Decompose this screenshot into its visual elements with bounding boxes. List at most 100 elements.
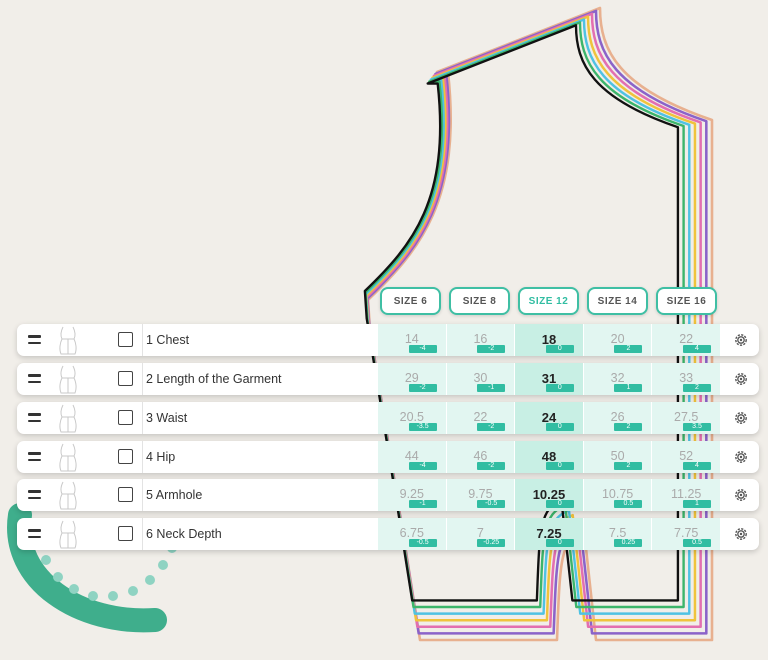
gear-icon[interactable] [733, 487, 749, 503]
grade-delta-badge: 1 [682, 500, 711, 508]
size-value-cell[interactable]: 10.25 0 [514, 479, 583, 511]
measurement-value: 22 [679, 332, 694, 346]
grade-delta-badge: -2 [477, 423, 506, 431]
size-value-cell[interactable]: 31 0 [514, 363, 583, 395]
grade-delta-badge: 0 [545, 345, 574, 353]
row-divider [142, 518, 143, 550]
size-value-cell[interactable]: 10.75 0.5 [582, 479, 652, 511]
grade-delta-badge: 4 [682, 462, 711, 470]
size-value-cell[interactable]: 7 -0.25 [445, 518, 515, 550]
size-column-header[interactable]: SIZE 8 [449, 287, 510, 315]
measurement-row: 3 Waist 20.5 -3.5 22 -2 24 0 26 2 27.5 3.5 [17, 402, 759, 434]
size-value-cell[interactable]: 7.75 0.5 [651, 518, 720, 550]
grade-delta-badge: -2 [477, 462, 506, 470]
size-value-cell[interactable]: 7.25 0 [514, 518, 583, 550]
size-value-cell[interactable]: 9.75 -0.5 [445, 479, 515, 511]
row-checkbox[interactable] [118, 487, 133, 502]
size-value-cell[interactable]: 29 -2 [377, 363, 446, 395]
size-value-cell[interactable]: 14 -4 [377, 324, 446, 356]
measurement-row: 6 Neck Depth 6.75 -0.5 7 -0.25 7.25 0 7.5 0.25 7.… [17, 518, 759, 550]
size-value-cell[interactable]: 30 -1 [445, 363, 515, 395]
size-value-cell[interactable]: 9.25 -1 [377, 479, 446, 511]
measurement-label: 1 Chest [146, 333, 190, 347]
size-value-cells: 9.25 -1 9.75 -0.5 10.25 0 10.75 0.5 11.25 1 [377, 479, 720, 511]
row-checkbox[interactable] [118, 449, 133, 464]
size-value-cell[interactable]: 52 4 [651, 441, 720, 473]
measurement-value: 32 [610, 371, 625, 385]
measurement-label: 3 Waist [146, 411, 188, 425]
grade-delta-badge: 0 [545, 423, 574, 431]
size-value-cell[interactable]: 33 2 [651, 363, 720, 395]
measurement-value: 11.25 [671, 487, 702, 501]
size-value-cell[interactable]: 32 1 [582, 363, 652, 395]
measurement-value: 52 [679, 449, 694, 463]
grade-delta-badge: -0.5 [408, 539, 437, 547]
row-divider [142, 441, 143, 473]
size-value-cell[interactable]: 22 4 [651, 324, 720, 356]
grade-delta-badge: 1 [614, 384, 643, 392]
drag-handle-icon[interactable] [28, 452, 41, 461]
measurement-value: 9.75 [468, 487, 493, 501]
measurement-row: 4 Hip 44 -4 46 -2 48 0 50 2 52 4 [17, 441, 759, 473]
size-value-cell[interactable]: 44 -4 [377, 441, 446, 473]
size-value-cell[interactable]: 46 -2 [445, 441, 515, 473]
row-checkbox[interactable] [118, 410, 133, 425]
grade-delta-badge: -1 [408, 500, 437, 508]
drag-handle-icon[interactable] [28, 374, 41, 383]
size-value-cell[interactable]: 26 2 [582, 402, 652, 434]
grade-delta-badge: 2 [614, 345, 643, 353]
size-value-cell[interactable]: 24 0 [514, 402, 583, 434]
measurement-value: 20.5 [399, 410, 424, 424]
measurement-value: 29 [404, 371, 419, 385]
gear-icon[interactable] [733, 526, 749, 542]
grade-delta-badge: -0.5 [477, 500, 506, 508]
gear-icon[interactable] [733, 371, 749, 387]
drag-handle-icon[interactable] [28, 529, 41, 538]
size-value-cell[interactable]: 50 2 [582, 441, 652, 473]
grade-delta-badge: 0 [545, 539, 574, 547]
size-column-header[interactable]: SIZE 14 [587, 287, 648, 315]
gear-icon[interactable] [733, 449, 749, 465]
size-value-cells: 44 -4 46 -2 48 0 50 2 52 4 [377, 441, 720, 473]
size-column-header[interactable]: SIZE 6 [380, 287, 441, 315]
size-value-cell[interactable]: 16 -2 [445, 324, 515, 356]
measurement-value: 16 [473, 332, 488, 346]
size-value-cell[interactable]: 6.75 -0.5 [377, 518, 446, 550]
drag-handle-icon[interactable] [28, 335, 41, 344]
size-value-cell[interactable]: 20 2 [582, 324, 652, 356]
dress-form-thumbnail [51, 325, 85, 355]
measurement-label: 5 Armhole [146, 488, 203, 502]
size-value-cell[interactable]: 48 0 [514, 441, 583, 473]
size-value-cell[interactable]: 11.25 1 [651, 479, 720, 511]
size-value-cell[interactable]: 18 0 [514, 324, 583, 356]
grade-delta-badge: 2 [682, 384, 711, 392]
measurement-value: 33 [679, 371, 694, 385]
size-column-header[interactable]: SIZE 16 [656, 287, 717, 315]
grade-delta-badge: 2 [614, 462, 643, 470]
row-checkbox[interactable] [118, 332, 133, 347]
size-value-cell[interactable]: 27.5 3.5 [651, 402, 720, 434]
size-value-cell[interactable]: 20.5 -3.5 [377, 402, 446, 434]
measurement-value: 26 [610, 410, 625, 424]
grade-delta-badge: 0 [545, 500, 574, 508]
gear-icon[interactable] [733, 410, 749, 426]
size-value-cell[interactable]: 7.5 0.25 [582, 518, 652, 550]
drag-handle-icon[interactable] [28, 490, 41, 499]
size-value-cell[interactable]: 22 -2 [445, 402, 515, 434]
size-column-header[interactable]: SIZE 12 [518, 287, 579, 315]
dress-form-thumbnail [51, 364, 85, 394]
measurement-value: 14 [404, 332, 419, 346]
dress-form-thumbnail [51, 519, 85, 549]
row-divider [142, 402, 143, 434]
measurement-value: 7.5 [608, 526, 627, 540]
grade-delta-badge: -3.5 [408, 423, 437, 431]
row-checkbox[interactable] [118, 526, 133, 541]
row-checkbox[interactable] [118, 371, 133, 386]
drag-handle-icon[interactable] [28, 413, 41, 422]
gear-icon[interactable] [733, 332, 749, 348]
grade-delta-badge: -1 [477, 384, 506, 392]
row-divider [142, 324, 143, 356]
grade-delta-badge: 4 [682, 345, 711, 353]
grade-delta-badge: -0.25 [477, 539, 506, 547]
grade-delta-badge: 0 [545, 384, 574, 392]
